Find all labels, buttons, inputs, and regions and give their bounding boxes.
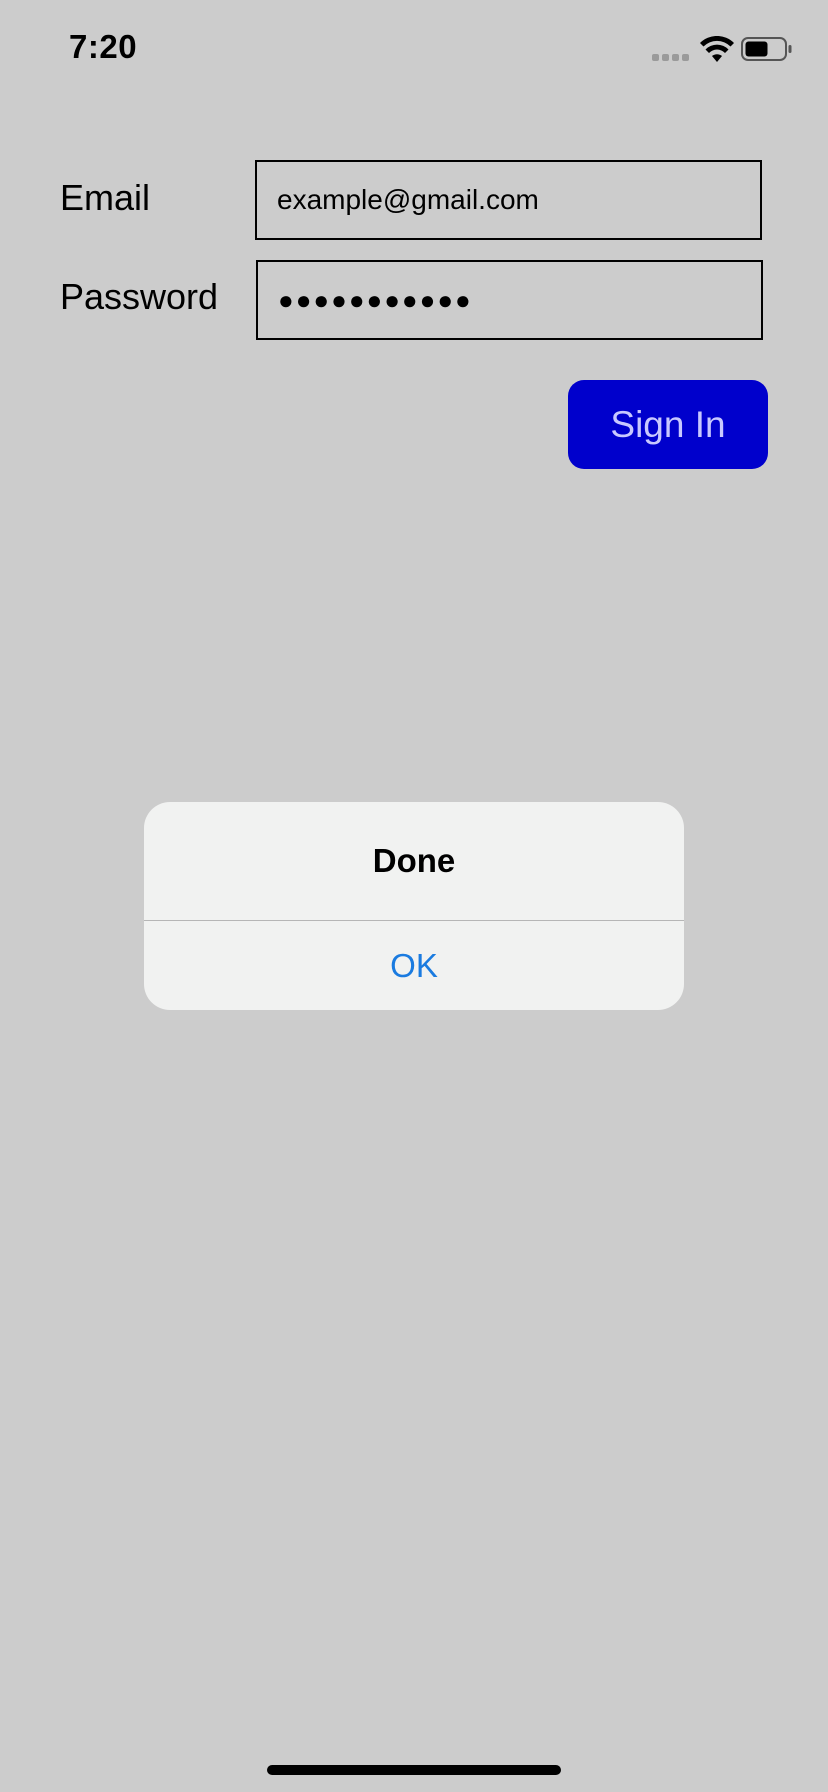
alert-title: Done xyxy=(372,842,456,879)
wifi-icon xyxy=(700,36,734,62)
status-time: 7:20 xyxy=(69,28,138,65)
email-label: Email xyxy=(60,177,151,218)
sign-in-button[interactable]: Sign In xyxy=(568,380,768,469)
battery-icon xyxy=(741,37,792,61)
status-bar: 7:20 xyxy=(0,0,828,100)
screen: 7:20 Email example@gmail.com Password ●●… xyxy=(0,0,828,1792)
email-field[interactable]: example@gmail.com xyxy=(255,160,762,240)
home-indicator[interactable] xyxy=(267,1765,561,1775)
alert-dialog: Done OK xyxy=(144,802,684,1010)
password-label: Password xyxy=(60,276,219,317)
password-field[interactable]: ●●●●●●●●●●● xyxy=(256,260,763,340)
cellular-signal-icon xyxy=(652,54,690,62)
alert-ok-button[interactable]: OK xyxy=(144,921,684,1010)
